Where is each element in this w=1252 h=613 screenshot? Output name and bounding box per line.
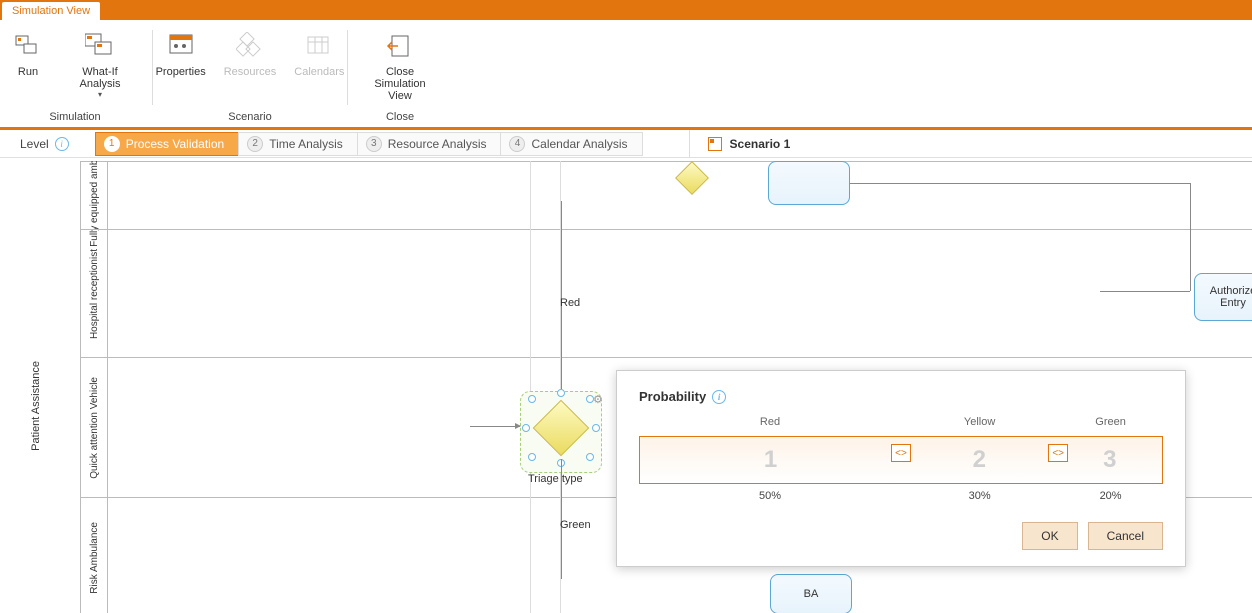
run-icon	[12, 30, 44, 62]
scenario-label: Scenario 1	[730, 137, 791, 151]
scenario-selector[interactable]: Scenario 1	[689, 130, 791, 157]
flow-label-red: Red	[560, 297, 580, 309]
slider-segment-red: 1	[640, 437, 901, 483]
properties-label: Properties	[156, 66, 206, 78]
task-box[interactable]	[768, 161, 850, 205]
whatif-icon	[84, 30, 116, 62]
title-bar: Simulation View	[0, 0, 1252, 20]
step-time-analysis[interactable]: 2 Time Analysis	[238, 132, 358, 156]
pool-label: Patient Assistance	[30, 361, 42, 451]
resize-handle[interactable]	[586, 453, 594, 461]
lane-label-text: Hospital receptionist	[89, 249, 100, 339]
ok-button[interactable]: OK	[1022, 522, 1077, 550]
whatif-button[interactable]: What-If Analysis ▾	[54, 26, 146, 113]
cancel-button[interactable]: Cancel	[1088, 522, 1163, 550]
slider-segment-yellow: 2	[901, 437, 1058, 483]
step-label: Time Analysis	[269, 137, 343, 151]
run-label: Run	[18, 66, 38, 78]
close-icon	[384, 30, 416, 62]
level-label: Level	[20, 137, 49, 151]
tab-simulation-view[interactable]: Simulation View	[2, 2, 100, 20]
level-bar: Level i 1 Process Validation 2 Time Anal…	[0, 130, 1252, 158]
close-sim-label: Close Simulation View	[362, 66, 438, 102]
calendars-icon	[303, 30, 335, 62]
step-num: 3	[366, 136, 382, 152]
gear-icon[interactable]: ⚙	[593, 393, 603, 406]
lane-label-text: Quick attention Vehicle	[89, 377, 100, 479]
calendars-button: Calendars	[286, 26, 352, 92]
probability-popup: Probability i Red Yellow Green 1 2 3 <> …	[616, 370, 1186, 567]
slider-percent-green: 20%	[1058, 490, 1163, 502]
step-num: 2	[247, 136, 263, 152]
slider-header-yellow: Yellow	[901, 416, 1058, 428]
scenario-icon	[708, 137, 722, 151]
ribbon: Run What-If Analysis ▾ Simulation Proper…	[0, 20, 1252, 130]
step-label: Process Validation	[126, 137, 225, 151]
dropdown-caret-icon: ▾	[98, 90, 102, 99]
slider-header-red: Red	[639, 416, 901, 428]
resize-handle[interactable]	[586, 395, 594, 403]
group-title-scenario: Scenario	[228, 111, 271, 123]
resources-label: Resources	[224, 66, 277, 78]
slider-header-green: Green	[1058, 416, 1163, 428]
task-authorize-entry[interactable]: Authorize Entry	[1194, 273, 1252, 321]
resize-handle[interactable]	[528, 395, 536, 403]
step-num: 4	[509, 136, 525, 152]
gateway-label: Triage type	[528, 473, 583, 485]
step-label: Resource Analysis	[388, 137, 487, 151]
resources-button: Resources	[216, 26, 285, 92]
calendars-label: Calendars	[294, 66, 344, 78]
flow-arrow	[470, 426, 520, 427]
info-icon[interactable]: i	[712, 390, 726, 404]
lane-hospital-receptionist: Hospital receptionist	[80, 229, 1252, 357]
resize-handle[interactable]	[522, 424, 530, 432]
group-title-close: Close	[386, 111, 414, 123]
whatif-label: What-If Analysis	[62, 66, 138, 90]
slider-percent-red: 50%	[639, 490, 901, 502]
slider-percent-yellow: 30%	[901, 490, 1058, 502]
step-label: Calendar Analysis	[531, 137, 627, 151]
grid-line	[530, 161, 531, 613]
resources-icon	[234, 30, 266, 62]
lane-label-text: Risk Ambulance	[89, 522, 100, 594]
step-num: 1	[104, 136, 120, 152]
run-button[interactable]: Run	[4, 26, 52, 113]
resize-handle[interactable]	[592, 424, 600, 432]
properties-icon	[165, 30, 197, 62]
flow-line	[561, 201, 562, 389]
slider-handle[interactable]: <>	[891, 444, 911, 462]
popup-title-text: Probability	[639, 389, 706, 404]
level-steps: 1 Process Validation 2 Time Analysis 3 R…	[95, 132, 643, 156]
flow-line	[1190, 183, 1191, 291]
lane-fully-equipped: Fully equipped ambu…	[80, 161, 1252, 229]
group-title-simulation: Simulation	[49, 111, 100, 123]
resize-handle[interactable]	[557, 389, 565, 397]
step-resource-analysis[interactable]: 3 Resource Analysis	[357, 132, 502, 156]
slider-handle[interactable]: <>	[1048, 444, 1068, 462]
step-calendar-analysis[interactable]: 4 Calendar Analysis	[500, 132, 642, 156]
popup-title: Probability i	[639, 389, 1163, 404]
info-icon[interactable]: i	[55, 137, 69, 151]
step-process-validation[interactable]: 1 Process Validation	[95, 132, 240, 156]
slider-segment-green: 3	[1058, 437, 1162, 483]
resize-handle[interactable]	[528, 453, 536, 461]
flow-label-green: Green	[560, 519, 591, 531]
close-simulation-button[interactable]: Close Simulation View	[354, 26, 446, 116]
properties-button[interactable]: Properties	[148, 26, 214, 92]
flow-line	[850, 183, 1190, 184]
probability-slider[interactable]: Red Yellow Green 1 2 3 <> <> 50% 30% 20%	[639, 416, 1163, 492]
task-ba[interactable]: BA	[770, 574, 852, 613]
flow-line	[1100, 291, 1190, 292]
